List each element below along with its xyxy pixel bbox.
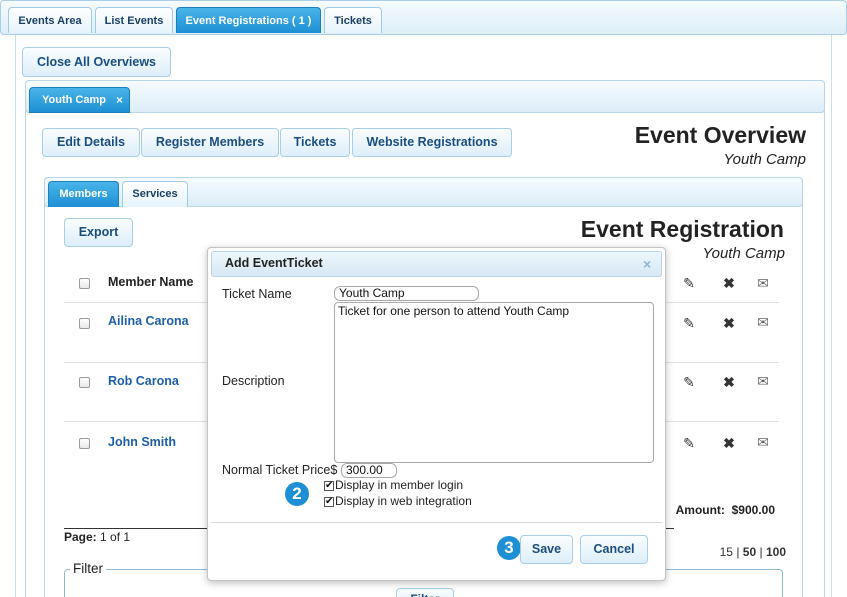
event-tab-label: Youth Camp (42, 94, 106, 106)
tab-members[interactable]: Members (48, 181, 119, 207)
separator: | (736, 545, 740, 559)
row-checkbox[interactable] (79, 438, 90, 449)
normal-ticket-price-input[interactable]: 300.00 (341, 463, 397, 478)
tab-tickets[interactable]: Tickets (324, 7, 382, 33)
ticket-name-input[interactable]: Youth Camp (334, 286, 479, 301)
amount-label: Amount: (675, 503, 725, 517)
envelope-icon[interactable]: ✉ (752, 434, 774, 451)
close-icon[interactable]: ✖ (720, 374, 738, 391)
event-tab-youth-camp[interactable]: Youth Camp × (29, 87, 130, 113)
close-icon[interactable]: ✖ (720, 435, 738, 452)
select-all-checkbox[interactable] (79, 278, 90, 289)
dialog-footer-divider (211, 522, 662, 523)
display-web-integration-label: Display in web integration (335, 494, 472, 508)
pencil-icon[interactable]: ✎ (680, 374, 698, 391)
pencil-icon[interactable]: ✎ (680, 435, 698, 452)
page-value: 1 of 1 (100, 530, 131, 544)
row-checkbox[interactable] (79, 318, 90, 329)
envelope-icon[interactable]: ✉ (752, 373, 774, 390)
filter-legend: Filter (70, 561, 106, 576)
step-marker-2: 2 (285, 482, 309, 506)
row-checkbox[interactable] (79, 377, 90, 388)
page-size-selector: 15 | 50 | 100 (686, 545, 786, 559)
page-size-100[interactable]: 100 (766, 545, 786, 559)
page-size-50[interactable]: 50 (743, 545, 756, 559)
export-button[interactable]: Export (64, 218, 133, 247)
description-textarea[interactable]: Ticket for one person to attend Youth Ca… (334, 302, 654, 463)
page-label: Page: (64, 530, 97, 544)
price-currency: $ (330, 463, 338, 477)
price-label-text: Normal Ticket Price (222, 463, 331, 477)
tickets-button[interactable]: Tickets (280, 128, 350, 157)
member-link[interactable]: Rob Carona (108, 374, 179, 388)
close-icon[interactable]: × (643, 256, 651, 272)
envelope-icon[interactable]: ✉ (752, 275, 774, 292)
event-overview-subtitle: Youth Camp (723, 151, 806, 168)
member-link[interactable]: Ailina Carona (108, 314, 189, 328)
pencil-icon[interactable]: ✎ (680, 315, 698, 332)
pencil-icon[interactable]: ✎ (680, 275, 698, 292)
website-registrations-button[interactable]: Website Registrations (352, 128, 512, 157)
normal-ticket-price-label: Normal Ticket Price$ (222, 463, 337, 477)
close-icon[interactable]: × (116, 88, 123, 112)
close-icon[interactable]: ✖ (720, 315, 738, 332)
step-marker-3: 3 (497, 536, 521, 560)
event-overview-title: Event Overview (634, 122, 806, 148)
amount-value: $900.00 (731, 503, 775, 517)
cancel-button[interactable]: Cancel (580, 535, 648, 564)
edit-details-button[interactable]: Edit Details (42, 128, 140, 157)
filter-button[interactable]: Filter (396, 588, 454, 597)
event-tab-bar (25, 80, 825, 113)
tab-list-events[interactable]: List Events (95, 7, 173, 33)
member-link[interactable]: John Smith (108, 435, 176, 449)
save-button[interactable]: Save (520, 535, 573, 564)
close-all-overviews-button[interactable]: Close All Overviews (22, 47, 171, 77)
separator: | (759, 545, 763, 559)
tab-event-registrations[interactable]: Event Registrations ( 1 ) (176, 7, 321, 33)
display-web-integration-checkbox[interactable]: ✔ (324, 497, 334, 507)
close-icon[interactable]: ✖ (720, 275, 738, 292)
dialog-title: Add EventTicket (225, 256, 323, 270)
event-registration-title: Event Registration (580, 216, 784, 242)
ticket-name-label: Ticket Name (222, 287, 292, 301)
page-indicator: Page: 1 of 1 (64, 530, 130, 544)
register-members-button[interactable]: Register Members (141, 128, 279, 157)
tab-services[interactable]: Services (122, 181, 188, 207)
display-member-login-checkbox[interactable]: ✔ (324, 481, 334, 491)
envelope-icon[interactable]: ✉ (752, 314, 774, 331)
tab-events-area[interactable]: Events Area (8, 7, 92, 33)
description-label: Description (222, 374, 285, 388)
page-size-15[interactable]: 15 (720, 545, 733, 559)
member-name-header: Member Name (108, 275, 194, 289)
display-member-login-label: Display in member login (335, 478, 464, 492)
